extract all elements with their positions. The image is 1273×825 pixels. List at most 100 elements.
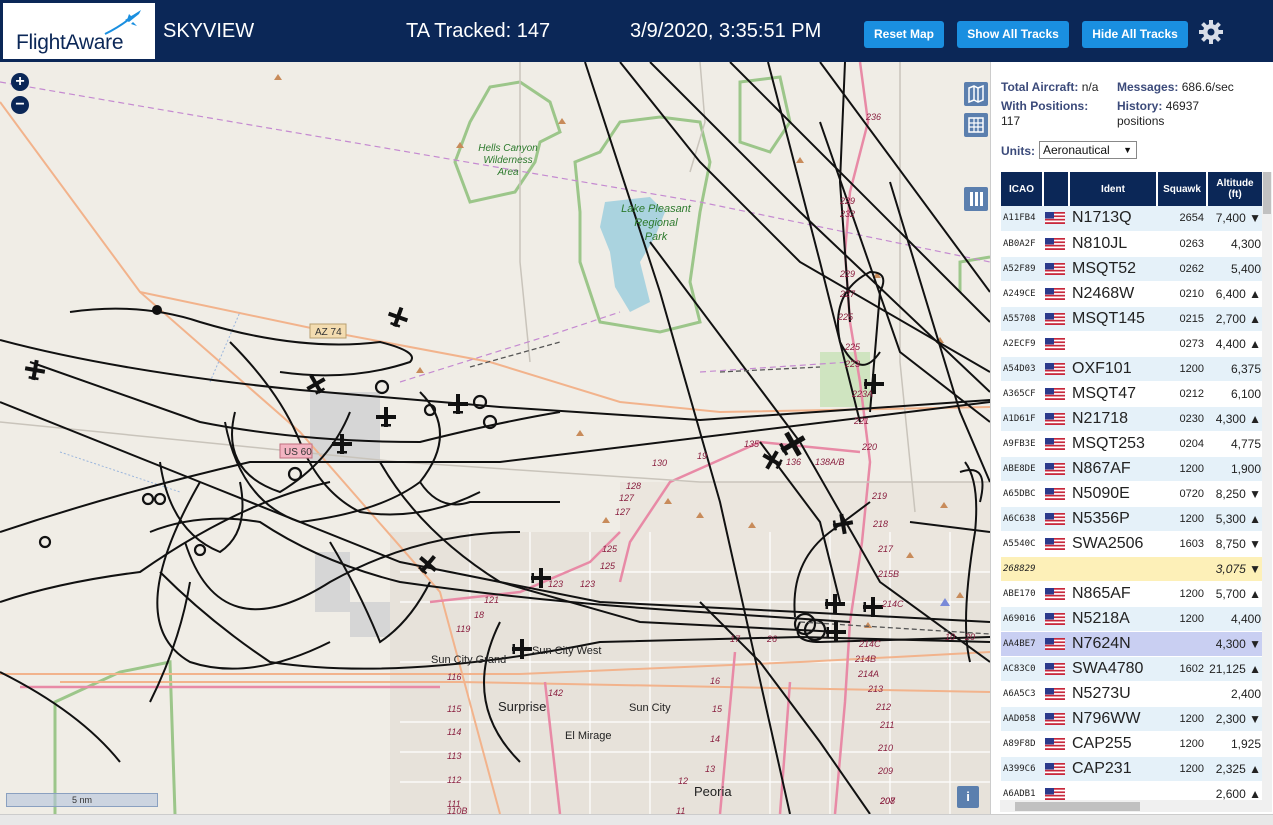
aircraft-marker[interactable] (385, 304, 411, 330)
road-number-label: 116 (447, 672, 461, 682)
flag-cell (1043, 556, 1069, 582)
positions-value: 117 (1001, 114, 1021, 128)
table-vertical-scrollbar[interactable] (1262, 172, 1272, 812)
history-label: History: (1117, 99, 1163, 113)
aircraft-marker[interactable] (23, 358, 46, 381)
icao-cell: A9FB3E (1001, 431, 1043, 457)
altitude-unit: (ft) (1228, 189, 1242, 200)
altitude-cell: 2,325 ▲ (1207, 756, 1263, 782)
road-number-label: 18 (474, 610, 484, 620)
icao-cell: A69016 (1001, 606, 1043, 632)
gear-icon[interactable] (1198, 19, 1224, 45)
aircraft-row[interactable]: 268829 3,075 ▼ (1001, 556, 1263, 582)
horizontal-scroll-thumb[interactable] (1015, 802, 1140, 811)
road-number-label: 14 (710, 734, 720, 744)
altitude-cell: 3,075 ▼ (1207, 556, 1263, 582)
aircraft-row[interactable]: A2ECF9 0273 4,400 ▲ (1001, 331, 1263, 357)
aircraft-row[interactable]: A365CF MSQT47 0212 6,100 (1001, 381, 1263, 407)
column-header-flag[interactable] (1043, 172, 1070, 206)
icao-cell: AB0A2F (1001, 231, 1043, 257)
squawk-cell: 1200 (1157, 506, 1207, 532)
us-flag-icon (1045, 712, 1065, 725)
road-number-label: 110B (447, 806, 467, 814)
city-label: Surprise (498, 699, 546, 714)
aircraft-row[interactable]: A5540C SWA2506 1603 8,750 ▼ (1001, 531, 1263, 557)
messages-label: Messages: (1117, 80, 1179, 94)
us-flag-icon (1045, 762, 1065, 775)
column-header-squawk[interactable]: Squawk (1157, 172, 1208, 206)
icao-cell: A52F89 (1001, 256, 1043, 282)
aircraft-row[interactable]: A6ADB1 2,600 ▲ (1001, 781, 1263, 802)
aircraft-row[interactable]: A65DBC N5090E 0720 8,250 ▼ (1001, 481, 1263, 507)
show-all-tracks-button[interactable]: Show All Tracks (957, 21, 1069, 48)
altitude-cell: 21,125 ▲ (1207, 656, 1263, 682)
aircraft-row[interactable]: A69016 N5218A 1200 4,400 (1001, 606, 1263, 632)
column-header-altitude[interactable]: Altitude (ft) (1207, 172, 1263, 206)
icao-cell: AA4BE7 (1001, 631, 1043, 657)
road-number-label: 138A/B (815, 457, 845, 467)
road-number-label: 225 (844, 342, 861, 352)
flag-cell (1043, 506, 1069, 532)
scale-bar: 5 nm (6, 793, 158, 807)
reset-map-button[interactable]: Reset Map (864, 21, 944, 48)
messages-value: 686.6/sec (1181, 80, 1234, 94)
aircraft-row[interactable]: A11FB4 N1713Q 2654 7,400 ▼ (1001, 206, 1263, 232)
squawk-cell: 1200 (1157, 356, 1207, 382)
aircraft-row[interactable]: A52F89 MSQT52 0262 5,400 (1001, 256, 1263, 282)
map-view[interactable]: Hells Canyon Wilderness Area Lake Pleasa… (0, 62, 990, 814)
flag-cell (1043, 756, 1069, 782)
ident-cell: N5218A (1069, 606, 1157, 632)
icao-cell: A1D61F (1001, 406, 1043, 432)
aircraft-row[interactable]: AB0A2F N810JL 0263 4,300 (1001, 231, 1263, 257)
zoom-in-button[interactable]: + (11, 73, 29, 91)
aircraft-row[interactable]: AA4BE7 N7624N 4,300 ▼ (1001, 631, 1263, 657)
road-number-label: 142 (548, 688, 563, 698)
aircraft-row[interactable]: AAD058 N796WW 1200 2,300 ▼ (1001, 706, 1263, 732)
road-number-label: 220 (861, 442, 877, 452)
road-number-label: 225 (837, 312, 854, 322)
aircraft-row[interactable]: A1D61F N21718 0230 4,300 ▲ (1001, 406, 1263, 432)
road-number-label: 10 (945, 632, 955, 642)
units-select[interactable]: Aeronautical ▼ (1039, 141, 1137, 159)
road-number-label: 214C (858, 639, 881, 649)
altitude-cell: 4,300 ▼ (1207, 631, 1263, 657)
flightaware-logo[interactable]: FlightAware (3, 3, 155, 59)
flag-cell (1043, 206, 1069, 232)
ident-cell: CAP231 (1069, 756, 1157, 782)
vertical-scroll-thumb[interactable] (1263, 172, 1271, 214)
aircraft-row[interactable]: A399C6 CAP231 1200 2,325 ▲ (1001, 756, 1263, 782)
road-number-label: 209 (877, 766, 893, 776)
squawk-cell (1157, 556, 1207, 582)
aircraft-row[interactable]: A6A5C3 N5273U 2,400 (1001, 681, 1263, 707)
aircraft-row[interactable]: A89F8D CAP255 1200 1,925 (1001, 731, 1263, 757)
ident-cell: SWA2506 (1069, 531, 1157, 557)
map-canvas[interactable]: Hells Canyon Wilderness Area Lake Pleasa… (0, 62, 990, 814)
aircraft-row[interactable]: A54D03 OXF101 1200 6,375 (1001, 356, 1263, 382)
aircraft-table-container[interactable]: ICAO Ident Squawk Altitude (ft) A11FB4 N1… (1001, 172, 1263, 802)
aircraft-row[interactable]: ABE8DE N867AF 1200 1,900 (1001, 456, 1263, 482)
map-grid-button[interactable] (964, 113, 988, 137)
aircraft-row[interactable]: AC83C0 SWA4780 1602 21,125 ▲ (1001, 656, 1263, 682)
road-number-label: 121 (484, 595, 499, 605)
aircraft-row[interactable]: A55708 MSQT145 0215 2,700 ▲ (1001, 306, 1263, 332)
aircraft-marker[interactable] (448, 394, 468, 414)
flag-cell (1043, 706, 1069, 732)
aircraft-row[interactable]: A9FB3E MSQT253 0204 4,775 (1001, 431, 1263, 457)
aircraft-row[interactable]: ABE170 N865AF 1200 5,700 ▲ (1001, 581, 1263, 607)
map-label: Lake Pleasant (621, 203, 692, 215)
zoom-out-button[interactable]: − (11, 96, 29, 114)
map-layers-button[interactable] (964, 82, 988, 106)
us-flag-icon (1045, 687, 1065, 700)
hide-all-tracks-button[interactable]: Hide All Tracks (1082, 21, 1188, 48)
map-info-button[interactable]: i (957, 786, 979, 808)
aircraft-row[interactable]: A6C638 N5356P 1200 5,300 ▲ (1001, 506, 1263, 532)
squawk-cell: 1200 (1157, 706, 1207, 732)
flag-cell (1043, 256, 1069, 282)
squawk-cell: 0212 (1157, 381, 1207, 407)
column-header-ident[interactable]: Ident (1069, 172, 1158, 206)
columns-toggle-button[interactable] (964, 187, 988, 211)
aircraft-row[interactable]: A249CE N2468W 0210 6,400 ▲ (1001, 281, 1263, 307)
city-label: Sun City (629, 702, 671, 714)
altitude-cell: 1,900 (1207, 456, 1263, 482)
column-header-icao[interactable]: ICAO (1001, 172, 1044, 206)
